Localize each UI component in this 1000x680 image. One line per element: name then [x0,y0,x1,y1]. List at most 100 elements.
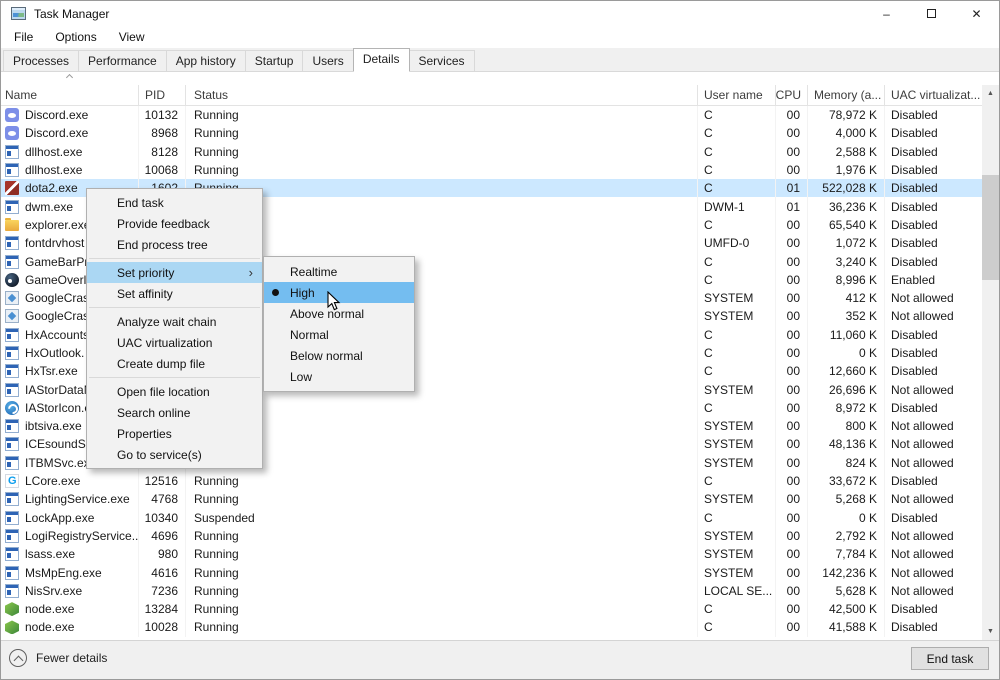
scrollbar-thumb[interactable] [982,175,999,280]
tab-performance[interactable]: Performance [78,50,167,71]
priority-option-low[interactable]: Low [264,366,414,387]
menu-options[interactable]: Options [44,27,107,47]
tab-app-history[interactable]: App history [166,50,246,71]
maximize-button[interactable] [909,1,954,26]
maximize-icon [927,9,936,18]
minimize-button[interactable]: – [864,1,909,26]
table-row[interactable]: LogiRegistryService...4696RunningSYSTEM0… [1,527,984,545]
process-cpu-cell: 00 [776,435,808,453]
fewer-details-button[interactable]: Fewer details [9,649,107,667]
column-header-name[interactable]: Name [1,85,139,105]
menu-view[interactable]: View [108,27,156,47]
window-icon [5,346,19,360]
process-user-cell: SYSTEM [698,435,776,453]
column-header-mem[interactable]: Memory (a... [808,85,885,105]
context-menu-item-properties[interactable]: Properties [87,423,262,444]
table-row[interactable]: lsass.exe980RunningSYSTEM007,784 KNot al… [1,545,984,563]
process-mem-cell: 78,972 K [808,106,885,124]
process-status-cell: Running [186,472,698,490]
context-menu-item-set-priority[interactable]: Set priority› [87,262,262,283]
window-icon [5,255,19,269]
table-row[interactable]: dllhost.exe8128RunningC002,588 KDisabled [1,143,984,161]
process-uac-cell: Disabled [885,179,984,197]
table-row[interactable]: MsMpEng.exe4616RunningSYSTEM00142,236 KN… [1,563,984,581]
menu-bar: File Options View [1,26,999,48]
table-row[interactable]: LCore.exe12516RunningC0033,672 KDisabled [1,472,984,490]
column-header-pid[interactable]: PID [139,85,186,105]
table-row[interactable]: Discord.exe10132RunningC0078,972 KDisabl… [1,106,984,124]
process-uac-cell: Disabled [885,197,984,215]
process-name-cell: LightingService.exe [1,490,139,508]
scroll-up-icon[interactable]: ▲ [982,85,999,102]
table-row[interactable]: node.exe13284RunningC0042,500 KDisabled [1,600,984,618]
process-uac-cell: Not allowed [885,289,984,307]
window-icon [5,437,19,451]
table-row[interactable]: LockApp.exe10340SuspendedC000 KDisabled [1,509,984,527]
context-menu-item-create-dump-file[interactable]: Create dump file [87,353,262,374]
process-user-cell: C [698,509,776,527]
table-row[interactable]: LightingService.exe4768RunningSYSTEM005,… [1,490,984,508]
tab-startup[interactable]: Startup [245,50,304,71]
tab-processes[interactable]: Processes [3,50,79,71]
table-row[interactable]: dllhost.exe10068RunningC001,976 KDisable… [1,161,984,179]
menu-file[interactable]: File [3,27,44,47]
process-name: dwm.exe [25,200,73,214]
process-uac-cell: Disabled [885,252,984,270]
process-pid-cell: 13284 [139,600,186,618]
priority-option-realtime[interactable]: Realtime [264,261,414,282]
process-uac-cell: Disabled [885,143,984,161]
process-mem-cell: 11,060 K [808,326,885,344]
process-cpu-cell: 00 [776,344,808,362]
context-menu-item-analyze-wait-chain[interactable]: Analyze wait chain [87,311,262,332]
column-header-uac[interactable]: UAC virtualizat... [885,85,984,105]
process-uac-cell: Not allowed [885,490,984,508]
process-mem-cell: 7,784 K [808,545,885,563]
process-mem-cell: 42,500 K [808,600,885,618]
intel-icon [5,401,19,415]
end-task-button[interactable]: End task [911,647,989,670]
process-user-cell: C [698,600,776,618]
table-row[interactable]: node.exe10028RunningC0041,588 KDisabled [1,618,984,636]
process-name-cell: MsMpEng.exe [1,563,139,581]
context-menu-item-provide-feedback[interactable]: Provide feedback [87,213,262,234]
context-menu-item-end-task[interactable]: End task [87,192,262,213]
context-menu-item-end-process-tree[interactable]: End process tree [87,234,262,255]
context-menu-item-open-file-location[interactable]: Open file location [87,381,262,402]
tab-details[interactable]: Details [353,48,410,72]
context-menu-item-set-affinity[interactable]: Set affinity [87,283,262,304]
column-header-user[interactable]: User name [698,85,776,105]
priority-option-below-normal[interactable]: Below normal [264,345,414,366]
tab-services[interactable]: Services [409,50,475,71]
scroll-down-icon[interactable]: ▼ [982,623,999,640]
context-menu-item-uac-virtualization[interactable]: UAC virtualization [87,332,262,353]
menu-item-label: Go to service(s) [117,448,202,462]
process-name: fontdrvhost [25,236,84,250]
process-cpu-cell: 00 [776,399,808,417]
process-name-cell: LockApp.exe [1,509,139,527]
close-button[interactable]: ✕ [954,1,999,26]
table-row[interactable]: NisSrv.exe7236RunningLOCAL SE...005,628 … [1,582,984,600]
process-uac-cell: Disabled [885,600,984,618]
process-status-cell: Running [186,161,698,179]
context-menu-item-search-online[interactable]: Search online [87,402,262,423]
process-cpu-cell: 01 [776,197,808,215]
process-pid-cell: 10132 [139,106,186,124]
process-status-cell: Running [186,600,698,618]
process-user-cell: SYSTEM [698,527,776,545]
context-menu-item-go-to-service-s[interactable]: Go to service(s) [87,444,262,465]
tab-users[interactable]: Users [302,50,353,71]
process-cpu-cell: 00 [776,234,808,252]
table-row[interactable]: Discord.exe8968RunningC004,000 KDisabled [1,124,984,142]
process-cpu-cell: 00 [776,307,808,325]
window-icon [5,328,19,342]
process-name-cell: dllhost.exe [1,143,139,161]
priority-option-normal[interactable]: Normal [264,324,414,345]
process-pid-cell: 10068 [139,161,186,179]
window-icon [5,584,19,598]
menu-item-label: Analyze wait chain [117,315,216,329]
column-header-status[interactable]: Status [186,85,698,105]
column-header-cpu[interactable]: CPU [776,85,808,105]
process-cpu-cell: 00 [776,289,808,307]
process-name: LockApp.exe [25,511,94,525]
vertical-scrollbar[interactable]: ▲ ▼ [982,85,999,640]
